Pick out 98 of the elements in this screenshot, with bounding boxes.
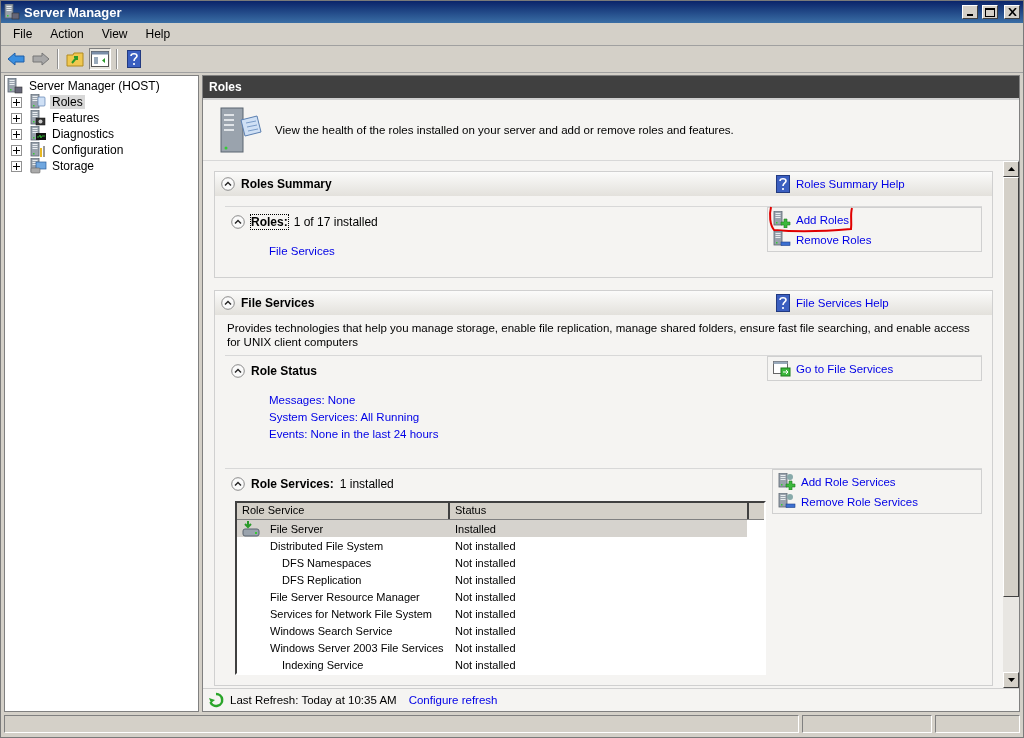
table-cell-text: Not installed [454,590,517,603]
section-title: File Services [241,296,316,310]
status-link[interactable]: System Services: All Running [269,411,761,423]
server-icon [30,94,47,110]
expand-icon[interactable] [11,128,22,140]
window-title: Server Manager [24,4,123,20]
table-row[interactable]: Services for Network File System Not installed [237,605,747,622]
server-icon [30,126,47,142]
menu-item[interactable]: File [5,25,41,43]
description-text: Provides technologies that help you manage storage, enable file replication, manage shared folders, ensure fast file searching, and enable access for UNIX client computers [226,321,971,350]
task-link[interactable]: Remove Roles [796,233,872,246]
table-cell-text: Windows Server 2003 File Services [269,641,445,654]
expand-icon[interactable] [11,112,22,124]
down-arrow-icon [1007,678,1015,682]
service-count: 1 installed [339,477,394,491]
table-row[interactable]: DFS Namespaces Not installed [237,554,747,571]
menu-item[interactable]: Help [137,25,179,43]
task-link[interactable]: Go to File Services [796,362,894,375]
collapse-icon[interactable] [231,477,245,491]
close-button[interactable] [1004,5,1020,19]
tree-item[interactable]: Diagnostics [50,127,117,141]
intro-text: View the health of the roles installed on your server and add or remove roles and features. [275,124,734,136]
server-add-icon [778,473,796,490]
table-cell-text: Windows Search Service [269,624,394,637]
table-cell-text: Not installed [454,641,517,654]
table-row[interactable]: Windows Search Service Not installed [237,622,747,639]
help-link[interactable]: File Services Help [796,297,889,309]
table-cell-text: Not installed [454,607,517,620]
configure-refresh-link[interactable]: Configure refresh [408,694,498,706]
maximize-icon [985,7,995,17]
table-cell-text: Services for Network File System [269,607,433,620]
app-icon [4,4,20,20]
expand-icon[interactable] [11,160,22,172]
table-cell-text: Not installed [454,624,517,637]
table-row[interactable]: Windows Server 2003 File Services Not installed [237,639,747,656]
up-arrow-icon [1007,167,1015,171]
tree-item[interactable]: Roles [50,95,85,109]
maximize-button[interactable] [982,5,998,19]
scroll-up-button[interactable] [1003,161,1019,177]
table-cell-text: DFS Replication [281,573,363,586]
table-row[interactable]: Indexing Service Not installed [237,656,747,673]
server-icon [30,110,47,126]
table-cell-text: DFS Namespaces [281,556,373,569]
status-link[interactable]: Messages: None [269,394,761,406]
expand-icon[interactable] [11,96,22,108]
help-icon [776,294,790,312]
server-remove-icon [773,231,791,248]
server-add-icon [773,211,791,228]
tree-item[interactable]: Server Manager (HOST) [27,79,162,93]
menu-item[interactable]: Action [42,25,92,43]
table-cell-text: Not installed [454,556,517,569]
table-row[interactable]: DFS Replication Not installed [237,571,747,588]
pane-header: Roles [203,76,1019,100]
scroll-down-button[interactable] [1003,672,1019,688]
menu-item[interactable]: View [93,25,136,43]
minimize-button[interactable] [962,5,978,19]
help-icon [776,175,790,193]
task-link[interactable]: Add Roles [796,213,850,226]
role-count: 1 of 17 installed [293,215,378,229]
table-row[interactable]: File Server Resource Manager Not installed [237,588,747,605]
table-cell-text: Indexing Service [281,658,365,671]
task-link[interactable]: Add Role Services [801,475,896,488]
last-refresh-text: Last Refresh: Today at 10:35 AM [230,694,397,706]
table-cell-text: Installed [454,522,497,535]
server-icon [30,142,47,158]
table-row[interactable]: Distributed File System Not installed [237,537,747,554]
subsection-title: Roles: [251,215,288,229]
collapse-icon[interactable] [221,177,235,191]
table-cell-text: File Server [269,522,325,535]
server-icon [7,78,24,94]
tree-item[interactable]: Storage [50,159,97,173]
help-link[interactable]: Roles Summary Help [796,178,905,190]
table-cell-text: Not installed [454,573,517,586]
table-cell-text: File Server Resource Manager [269,590,421,603]
refresh-icon [208,692,224,708]
subsection-title: Role Services: [251,477,334,491]
table-cell-text: Not installed [454,658,517,671]
collapse-icon[interactable] [221,296,235,310]
close-icon [1007,8,1017,16]
show-hide-tree-button[interactable] [89,48,111,70]
task-link[interactable]: Remove Role Services [801,495,918,508]
subsection-title: Role Status [251,364,317,378]
server-tag-icon [217,106,263,154]
tree-item[interactable]: Configuration [50,143,126,157]
scroll-thumb[interactable] [1003,177,1019,597]
scrollbar[interactable] [1003,161,1019,688]
server-remove-icon [778,493,796,510]
table-cell-text: Not installed [454,539,517,552]
table-cell-text: Distributed File System [269,539,385,552]
expand-icon[interactable] [11,144,22,156]
role-link[interactable]: File Services [269,245,761,257]
tree-item[interactable]: Features [50,111,102,125]
server-icon [30,158,47,174]
collapse-icon[interactable] [231,364,245,378]
collapse-icon[interactable] [231,215,245,229]
table-row[interactable]: File Server Installed [237,520,747,537]
section-title: Roles Summary [241,177,333,191]
status-link[interactable]: Events: None in the last 24 hours [269,428,761,440]
